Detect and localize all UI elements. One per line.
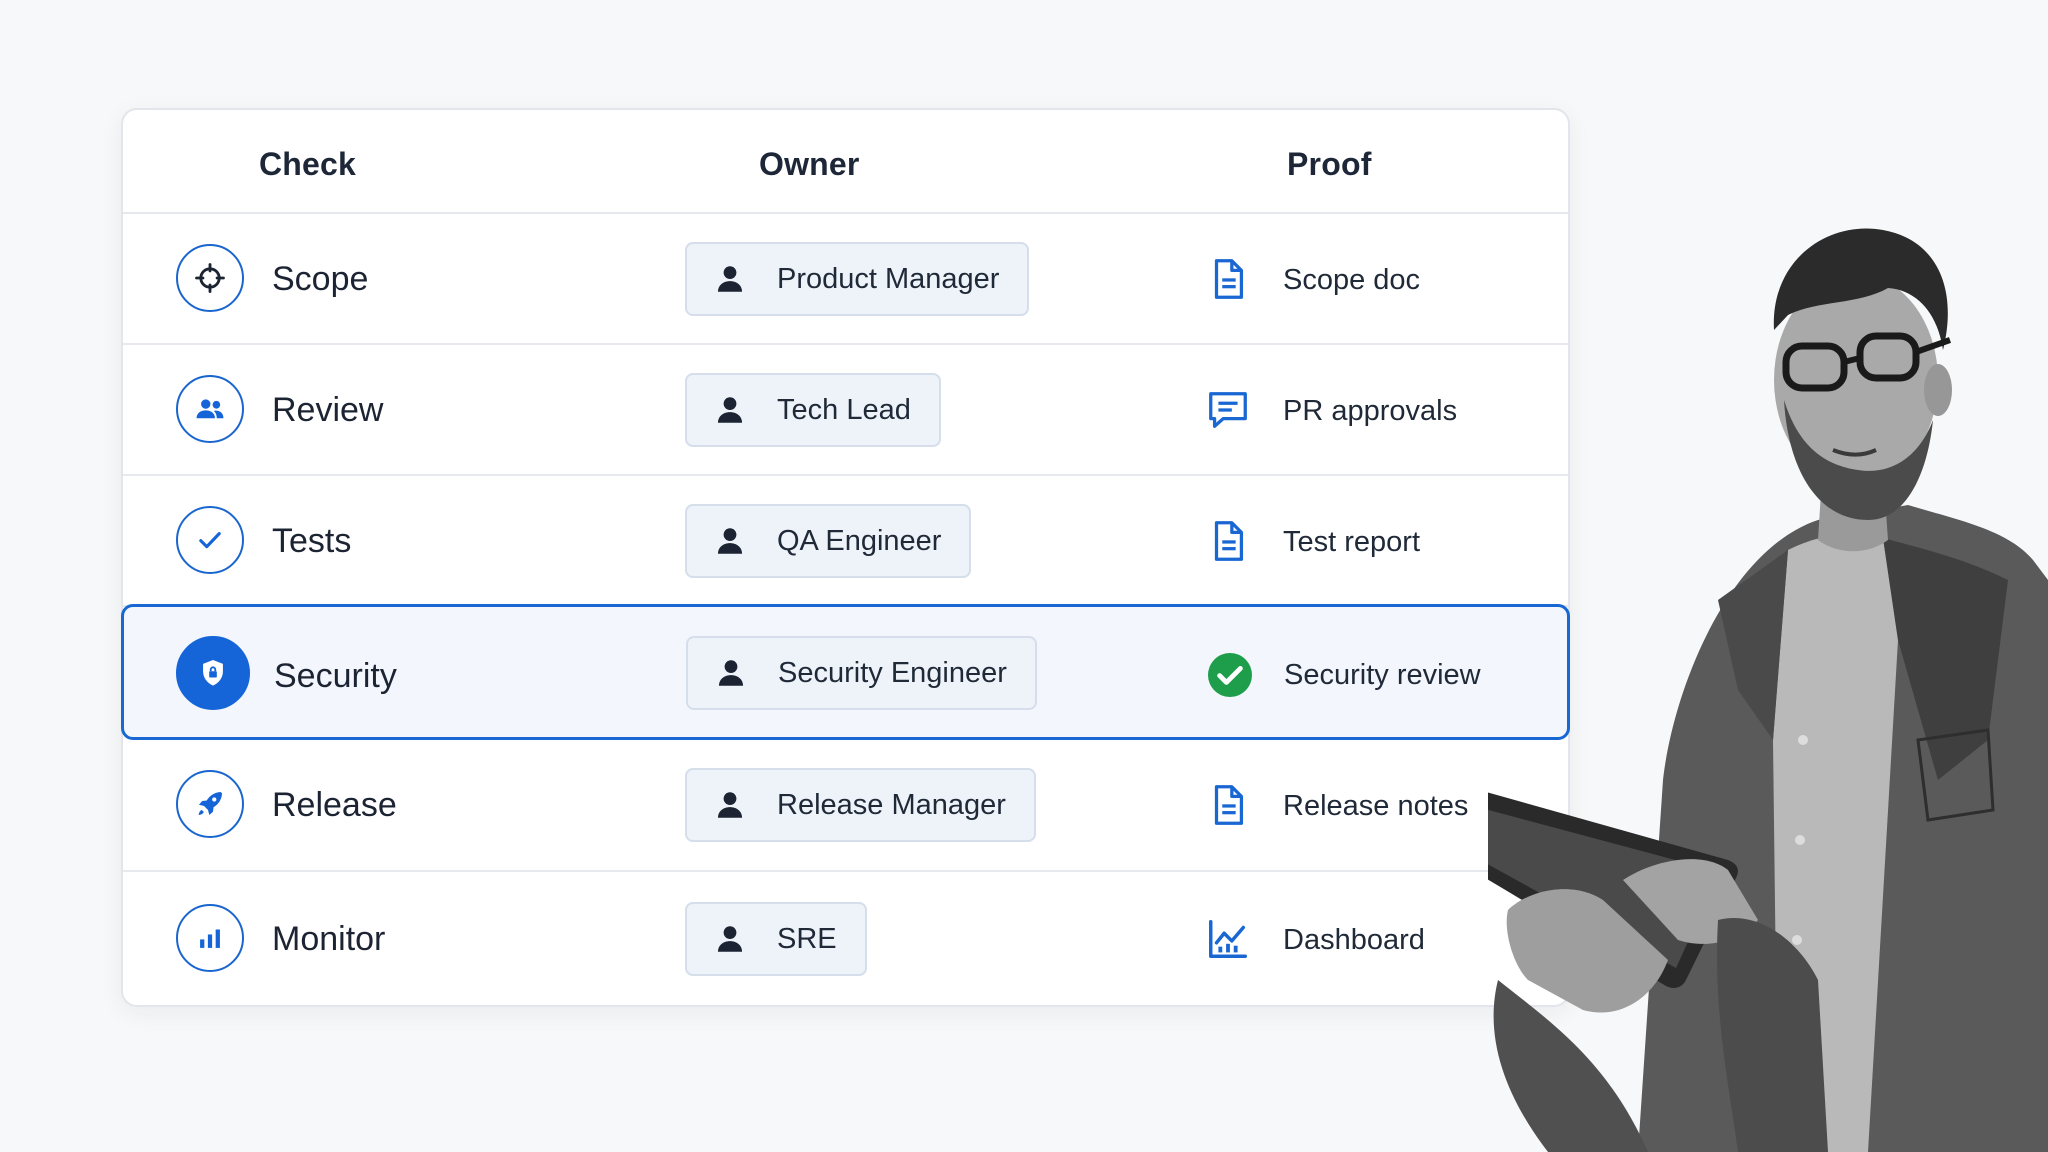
proof-label: Release notes (1283, 790, 1469, 822)
rocket-icon (176, 770, 244, 838)
person-photo (1488, 228, 2048, 1152)
check-label: Review (272, 391, 384, 429)
proof-label: Test report (1283, 526, 1420, 558)
person-icon (717, 397, 743, 423)
column-header-owner: Owner (759, 146, 860, 182)
owner-label: Security Engineer (778, 656, 1007, 689)
person-icon (717, 926, 743, 952)
table-row-release[interactable]: Release Release Manager Release notes (123, 740, 1568, 872)
owner-label: Release Manager (777, 788, 1006, 821)
table-row-monitor[interactable]: Monitor SRE Dashboard (123, 872, 1568, 1005)
table-header: Check Owner Proof (123, 110, 1568, 214)
owner-label: QA Engineer (777, 524, 942, 557)
people-icon (176, 375, 244, 443)
owner-chip[interactable]: Tech Lead (685, 373, 941, 447)
document-icon (1214, 259, 1244, 299)
document-icon (1214, 785, 1244, 825)
column-header-proof: Proof (1287, 146, 1372, 182)
comment-icon (1209, 392, 1247, 428)
target-icon (176, 244, 244, 312)
owner-label: Tech Lead (777, 393, 911, 426)
table-row-scope[interactable]: Scope Product Manager Scope doc (123, 214, 1568, 345)
table-row-review[interactable]: Review Tech Lead PR approvals (123, 345, 1568, 476)
proof-label: PR approvals (1283, 395, 1458, 427)
column-header-check: Check (259, 146, 357, 182)
stage: Check Owner Proof Scope Product Manager … (0, 0, 2048, 1152)
proof-label: Security review (1284, 659, 1481, 691)
owner-chip[interactable]: Product Manager (685, 242, 1030, 316)
owner-label: SRE (777, 922, 837, 955)
shield-lock-icon (176, 636, 250, 710)
proof-label: Scope doc (1283, 264, 1421, 296)
owner-label: Product Manager (777, 262, 1000, 295)
owner-chip[interactable]: Security Engineer (686, 636, 1037, 710)
check-circle-icon (1208, 653, 1252, 697)
table-row-security[interactable]: Security Security Engineer Security revi… (121, 604, 1570, 740)
person-icon (717, 528, 743, 554)
person-icon (718, 660, 744, 686)
person-icon (717, 792, 743, 818)
check-label: Security (274, 657, 397, 695)
check-label: Monitor (272, 920, 386, 958)
document-icon (1214, 521, 1244, 561)
check-label: Release (272, 786, 397, 824)
table-row-tests[interactable]: Tests QA Engineer Test report (123, 476, 1568, 607)
bar-chart-icon (176, 904, 244, 972)
check-label: Scope (272, 260, 369, 298)
owner-chip[interactable]: Release Manager (685, 768, 1036, 842)
checklist-table: Check Owner Proof Scope Product Manager … (121, 108, 1570, 1007)
check-label: Tests (272, 522, 352, 560)
owner-chip[interactable]: QA Engineer (685, 504, 972, 578)
person-icon (717, 266, 743, 292)
line-chart-icon (1209, 920, 1247, 958)
owner-chip[interactable]: SRE (685, 902, 867, 976)
proof-label: Dashboard (1283, 924, 1425, 956)
checkmark-icon (176, 506, 244, 574)
